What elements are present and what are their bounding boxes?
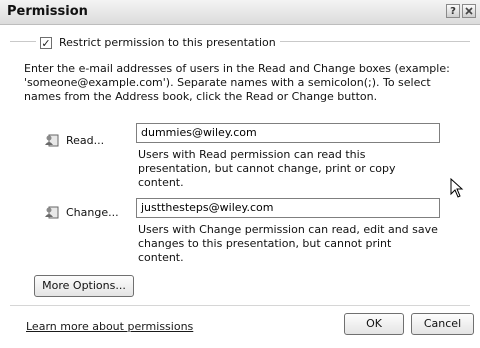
- change-description: Users with Change permission can read, e…: [138, 223, 438, 264]
- close-button[interactable]: [462, 4, 476, 18]
- address-book-icon: [45, 206, 59, 219]
- help-button[interactable]: ?: [446, 4, 460, 18]
- change-button-label: Change...: [66, 205, 119, 219]
- read-button-label: Read...: [66, 133, 105, 147]
- permission-dialog: Permission ? ✓ Restrict permission to th…: [0, 0, 480, 348]
- title-bar: Permission ?: [0, 0, 480, 25]
- restrict-checkbox[interactable]: ✓: [40, 36, 52, 49]
- more-options-button[interactable]: More Options...: [34, 275, 134, 297]
- change-button[interactable]: Change...: [44, 205, 119, 219]
- address-book-icon: [45, 134, 59, 147]
- restrict-checkbox-label[interactable]: Restrict permission to this presentation: [59, 36, 276, 49]
- learn-more-link[interactable]: Learn more about permissions: [26, 320, 193, 333]
- restrict-checkbox-row[interactable]: ✓ Restrict permission to this presentati…: [36, 36, 280, 49]
- read-description: Users with Read permission can read this…: [138, 148, 396, 189]
- footer-divider: [10, 305, 470, 306]
- close-icon: [465, 7, 473, 15]
- mouse-pointer-icon: [450, 178, 464, 198]
- dialog-title: Permission: [7, 4, 88, 19]
- ok-button[interactable]: OK: [344, 313, 404, 335]
- read-button[interactable]: Read...: [44, 133, 104, 147]
- instructions-text: Enter the e-mail addresses of users in t…: [24, 62, 450, 103]
- read-users-field[interactable]: dummies@wiley.com: [136, 123, 440, 143]
- change-users-field[interactable]: justthesteps@wiley.com: [136, 198, 440, 218]
- cancel-button[interactable]: Cancel: [411, 313, 474, 335]
